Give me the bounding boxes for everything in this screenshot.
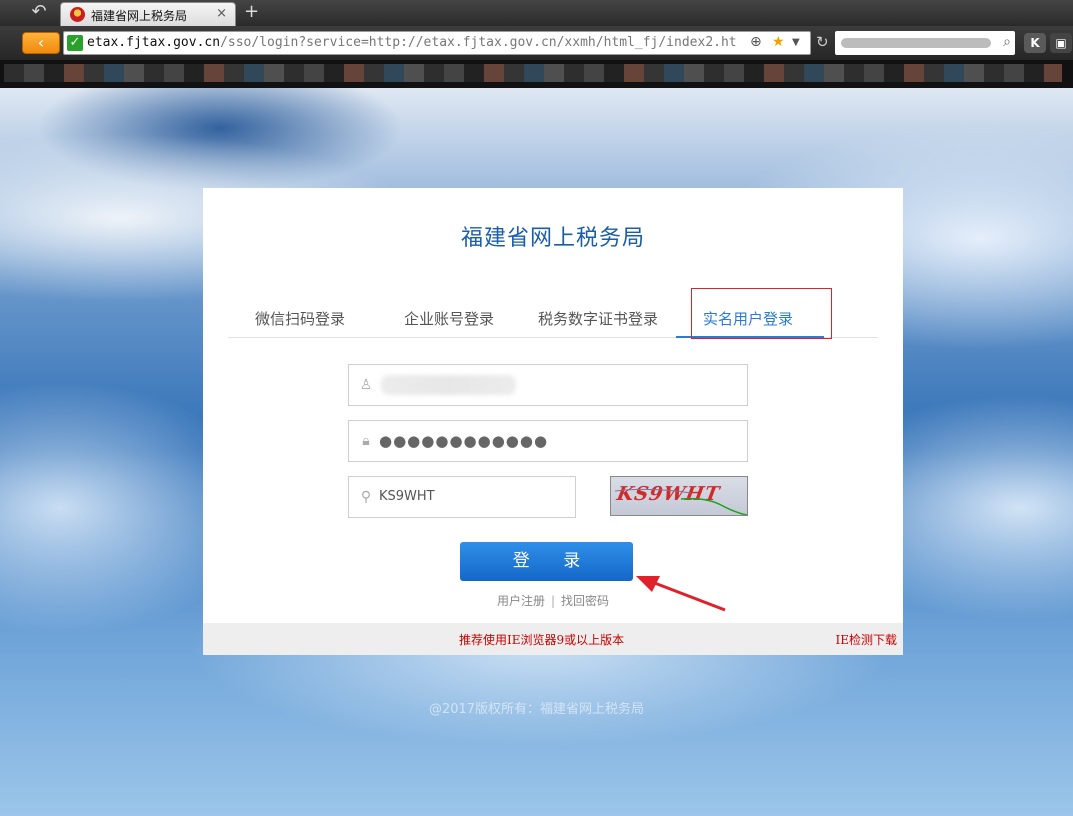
captcha-image[interactable]: KS9WHT xyxy=(610,476,748,516)
extension-k-button[interactable]: K xyxy=(1024,33,1046,53)
forgot-password-link[interactable]: 找回密码 xyxy=(561,594,609,608)
refresh-icon[interactable]: ↻ xyxy=(816,33,829,51)
search-icon[interactable]: ⌕ xyxy=(1003,34,1011,50)
compat-mode-icon[interactable]: ⊕ xyxy=(750,34,762,50)
tab-bar: ↶ 福建省网上税务局 × + xyxy=(0,0,1073,26)
lock-icon: 🔒︎ xyxy=(362,433,370,449)
search-input[interactable]: ⌕ xyxy=(835,31,1015,55)
navigation-bar: ‹ ✓ etax.fjtax.gov.cn/sso/login?service=… xyxy=(0,26,1073,60)
browser-tab[interactable]: 福建省网上税务局 × xyxy=(60,2,236,26)
redacted-bookmarks xyxy=(4,64,1062,82)
tax-emblem-icon xyxy=(70,7,85,22)
captcha-noise-line xyxy=(614,488,747,515)
login-card: 福建省网上税务局 微信扫码登录 企业账号登录 税务数字证书登录 实名用户登录 ♙… xyxy=(203,188,903,655)
user-icon: ♙ xyxy=(359,377,373,393)
annotation-highlight-box xyxy=(691,288,832,339)
bookmarks-bar xyxy=(0,60,1073,88)
browser-tip-text: 推荐使用IE浏览器9或以上版本 xyxy=(459,633,625,647)
link-separator: | xyxy=(550,594,556,608)
star-icon[interactable]: ★ xyxy=(772,34,785,50)
account-links: 用户注册 | 找回密码 xyxy=(203,592,903,609)
browser-tip-bar: 推荐使用IE浏览器9或以上版本 IE检测下载 xyxy=(203,623,903,655)
password-mask: ●●●●●●●●●●●● xyxy=(379,432,549,450)
extension-lock-icon[interactable]: ▣ xyxy=(1050,33,1072,53)
search-icon: ⚲ xyxy=(360,489,372,505)
login-button[interactable]: 登 录 xyxy=(460,542,633,581)
chevron-down-icon[interactable]: ▼ xyxy=(792,37,800,48)
username-field[interactable]: ♙ xyxy=(348,364,748,406)
url-text[interactable]: etax.fjtax.gov.cn/sso/login?service=http… xyxy=(87,35,749,50)
new-tab-button[interactable]: + xyxy=(244,2,259,22)
copyright-text: @2017版权所有：福建省网上税务局 xyxy=(428,702,645,717)
url-host: etax.fjtax.gov.cn xyxy=(87,35,221,50)
tab-wechat-scan[interactable]: 微信扫码登录 xyxy=(255,308,345,329)
browser-chrome: ↶ 福建省网上税务局 × + ‹ ✓ etax.fjtax.gov.cn/sso… xyxy=(0,0,1073,88)
tab-close-icon[interactable]: × xyxy=(216,6,227,21)
undo-close-tab-icon[interactable]: ↶ xyxy=(24,2,54,22)
password-field[interactable]: 🔒︎ ●●●●●●●●●●●● xyxy=(348,420,748,462)
captcha-input[interactable]: ⚲ KS9WHT xyxy=(348,476,576,518)
register-link[interactable]: 用户注册 xyxy=(497,594,545,608)
secure-check-icon: ✓ xyxy=(67,35,83,51)
address-bar[interactable]: ✓ etax.fjtax.gov.cn/sso/login?service=ht… xyxy=(63,31,811,55)
back-button[interactable]: ‹ xyxy=(22,32,60,54)
url-path: /sso/login?service=http://etax.fjtax.gov… xyxy=(220,35,737,50)
captcha-input-value: KS9WHT xyxy=(379,489,435,504)
tab-digital-certificate[interactable]: 税务数字证书登录 xyxy=(538,308,658,329)
redacted-username xyxy=(381,375,516,395)
redacted-search-text xyxy=(841,38,991,48)
annotation-arrow xyxy=(636,576,726,612)
tab-enterprise-account[interactable]: 企业账号登录 xyxy=(404,308,494,329)
ie-check-download-link[interactable]: IE检测下载 xyxy=(835,631,897,648)
page-title: 福建省网上税务局 xyxy=(460,226,645,251)
tab-title: 福建省网上税务局 xyxy=(91,9,188,23)
